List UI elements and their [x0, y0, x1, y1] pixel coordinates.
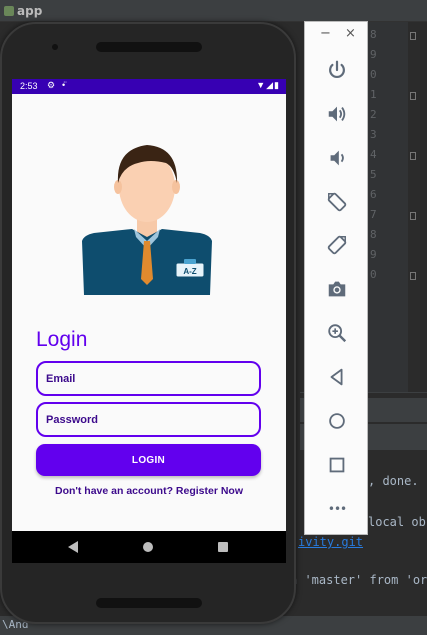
nav-back-icon[interactable] — [68, 541, 78, 553]
settings-notification-icon: ⚙ — [47, 80, 56, 90]
bottom-speaker — [96, 598, 202, 608]
line-number: 0 — [370, 68, 377, 81]
android-nav-bar — [12, 531, 286, 563]
status-icons: ▼◢▮ — [256, 80, 280, 90]
nav-home-icon[interactable] — [143, 542, 153, 552]
line-number: 9 — [370, 48, 377, 61]
console-line: local ob — [368, 515, 426, 529]
line-number: 2 — [370, 108, 377, 121]
phone-screen: 2:53 ⚙ •̈ ▼◢▮ A-Z Login LOGIN Don't have… — [12, 79, 286, 563]
fold-marker-icon[interactable] — [410, 92, 416, 100]
rotate-left-button[interactable] — [325, 190, 349, 214]
password-field[interactable] — [36, 402, 261, 437]
fold-marker-icon[interactable] — [410, 212, 416, 220]
line-number: 8 — [370, 28, 377, 41]
fold-marker-icon[interactable] — [410, 272, 416, 280]
line-number: 1 — [370, 88, 377, 101]
top-speaker — [96, 42, 202, 52]
email-field[interactable] — [36, 361, 261, 396]
volume-up-button[interactable] — [325, 102, 349, 126]
ide-project-label[interactable]: app — [4, 4, 42, 18]
camera-icon — [328, 281, 346, 297]
register-link[interactable]: Don't have an account? Register Now — [12, 485, 286, 497]
volume-down-button[interactable] — [325, 146, 349, 170]
status-time: 2:53 — [20, 81, 38, 91]
email-input[interactable] — [38, 363, 259, 394]
volume-down-icon — [330, 150, 344, 166]
power-icon — [329, 60, 345, 79]
volume-up-icon — [328, 106, 346, 122]
fold-marker-icon[interactable] — [410, 152, 416, 160]
fold-marker-icon[interactable] — [410, 32, 416, 40]
user-avatar-illustration: A-Z — [82, 145, 212, 295]
badge-text: A-Z — [183, 267, 196, 276]
front-camera — [52, 44, 58, 50]
rotate-left-icon — [327, 192, 347, 212]
line-number: 0 — [370, 268, 377, 281]
password-input[interactable] — [38, 404, 259, 435]
zoom-button[interactable] — [325, 321, 349, 345]
nav-recents-icon[interactable] — [218, 542, 228, 552]
android-status-bar: 2:53 ⚙ •̈ ▼◢▮ — [12, 79, 286, 94]
login-button[interactable]: LOGIN — [36, 444, 261, 476]
more-button[interactable]: ••• — [325, 497, 349, 521]
home-icon — [329, 413, 345, 429]
line-number: 6 — [370, 188, 377, 201]
rotate-right-icon — [327, 235, 347, 255]
home-button[interactable] — [325, 409, 349, 433]
back-icon — [330, 368, 343, 386]
line-number: 4 — [370, 148, 377, 161]
back-button[interactable] — [325, 365, 349, 389]
page-title: Login — [36, 328, 88, 351]
line-number: 9 — [370, 248, 377, 261]
console-line: , done. — [368, 474, 419, 488]
power-button[interactable] — [325, 58, 349, 82]
overview-icon — [329, 457, 345, 473]
console-link[interactable]: ivity.git — [298, 535, 363, 549]
line-number: 7 — [370, 208, 377, 221]
rotate-right-button[interactable] — [325, 233, 349, 257]
overview-button[interactable] — [325, 453, 349, 477]
ide-title-bar: app — [0, 0, 427, 22]
emulator-toolbar: − × ••• — [304, 21, 368, 535]
zoom-icon — [328, 324, 347, 343]
line-number: 8 — [370, 228, 377, 241]
line-number: 5 — [370, 168, 377, 181]
android-module-icon — [4, 6, 14, 16]
console-line: n 'master' from 'or — [290, 573, 427, 587]
close-button[interactable]: × — [345, 26, 356, 41]
avatar-badge-clip — [184, 259, 196, 264]
minimize-button[interactable]: − — [320, 26, 331, 41]
line-number: 3 — [370, 128, 377, 141]
notification-dots-icon: •̈ — [62, 80, 66, 90]
avatar-ear — [172, 180, 180, 194]
project-name: app — [17, 4, 43, 18]
screenshot-button[interactable] — [325, 277, 349, 301]
